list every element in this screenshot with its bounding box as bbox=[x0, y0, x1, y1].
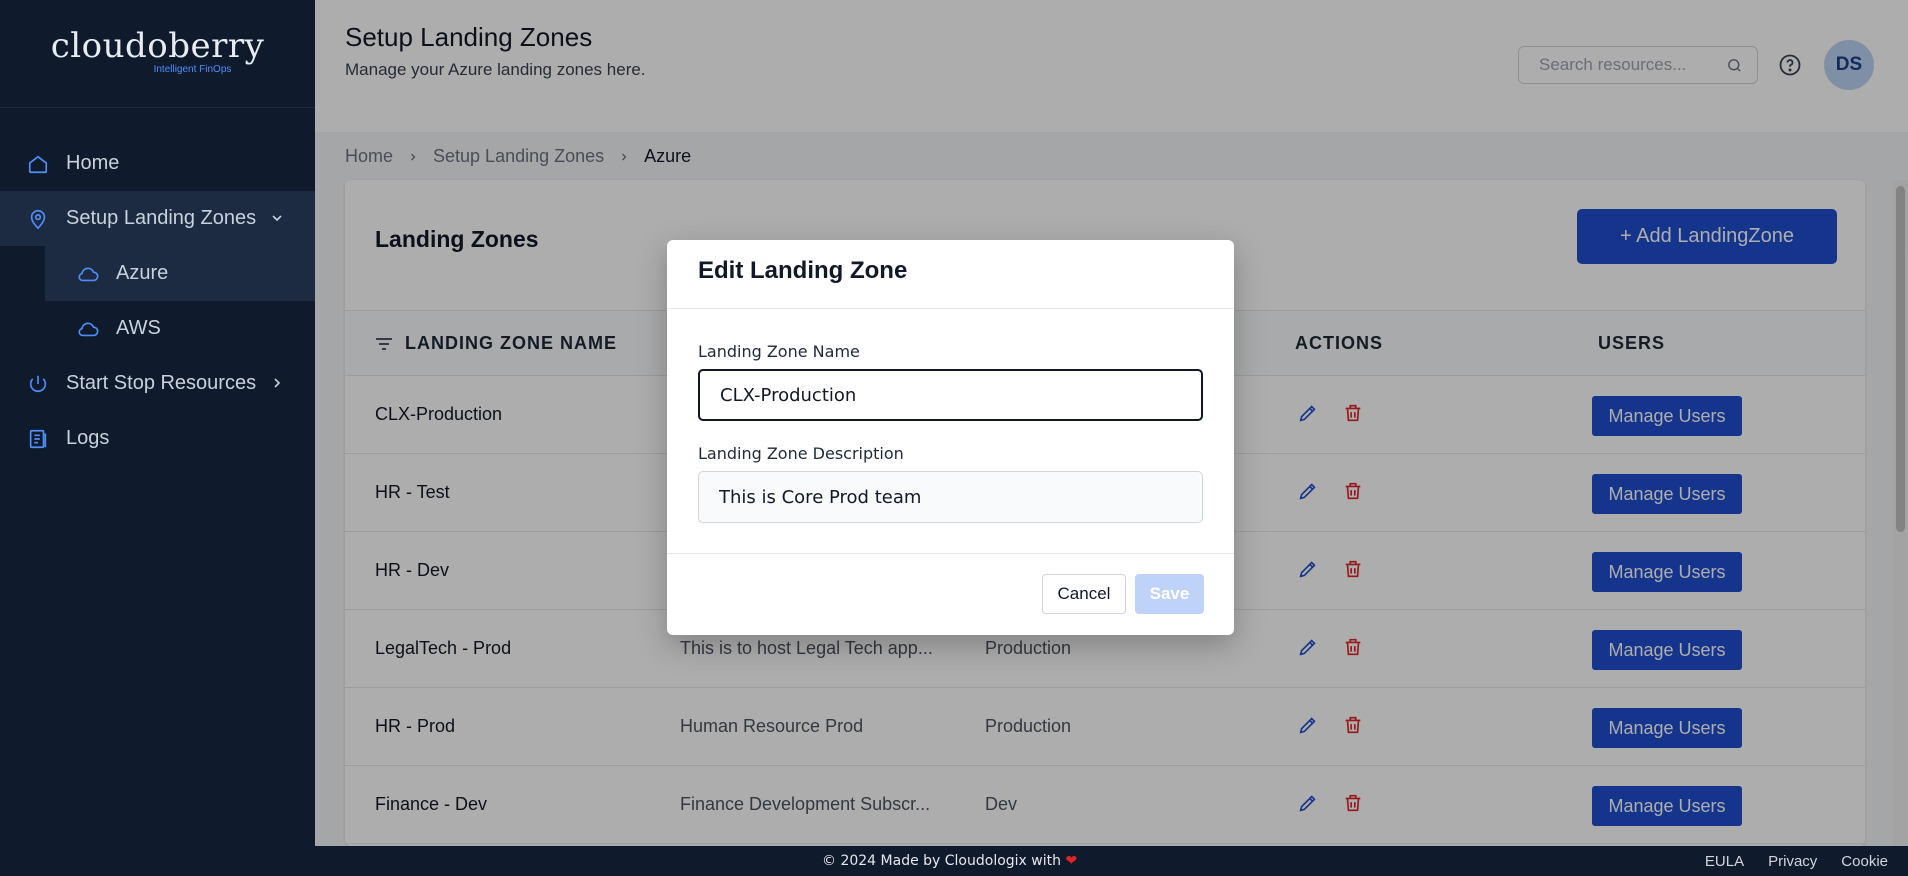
footer-link-privacy[interactable]: Privacy bbox=[1768, 853, 1817, 870]
landing-zone-name-field[interactable] bbox=[698, 369, 1203, 421]
landing-zone-description-label: Landing Zone Description bbox=[698, 444, 904, 463]
landing-zone-name-label: Landing Zone Name bbox=[698, 342, 860, 361]
landing-zone-description-field[interactable] bbox=[698, 471, 1203, 523]
sidebar-item-label: Home bbox=[66, 152, 120, 174]
edit-landing-zone-dialog: Edit Landing Zone Landing Zone Name Land… bbox=[667, 240, 1234, 635]
document-list-icon bbox=[26, 427, 50, 451]
brand-logo[interactable]: cloudoberry Intelligent FinOps bbox=[0, 0, 315, 108]
sidebar-item-aws[interactable]: AWS bbox=[45, 301, 315, 356]
sidebar-nav: Home Setup Landing Zones Azure AWS Start… bbox=[0, 108, 315, 466]
sidebar: cloudoberry Intelligent FinOps Home Setu… bbox=[0, 0, 315, 846]
dialog-header: Edit Landing Zone bbox=[667, 240, 1234, 309]
sidebar-item-setup-landing-zones[interactable]: Setup Landing Zones bbox=[0, 191, 315, 246]
dialog-title: Edit Landing Zone bbox=[698, 257, 908, 284]
sidebar-item-logs[interactable]: Logs bbox=[0, 411, 315, 466]
footer: © 2024 Made by Cloudologix with ❤ EULA P… bbox=[0, 846, 1908, 876]
footer-links: EULA Privacy Cookie bbox=[1705, 853, 1888, 870]
copyright-label: © 2024 Made by Cloudologix with bbox=[822, 853, 1061, 869]
dialog-footer: Cancel Save bbox=[667, 553, 1234, 635]
cancel-button[interactable]: Cancel bbox=[1042, 574, 1126, 614]
brand-name: cloudoberry bbox=[50, 26, 265, 66]
heart-icon: ❤ bbox=[1065, 853, 1078, 869]
location-pin-icon bbox=[26, 207, 50, 231]
sidebar-item-label: Logs bbox=[66, 427, 110, 449]
footer-link-cookie[interactable]: Cookie bbox=[1841, 853, 1888, 870]
sidebar-item-start-stop-resources[interactable]: Start Stop Resources bbox=[0, 356, 315, 411]
power-icon bbox=[26, 372, 50, 396]
sidebar-item-label: Azure bbox=[116, 262, 169, 284]
chevron-down-icon bbox=[269, 209, 285, 232]
home-icon bbox=[26, 152, 50, 176]
save-button[interactable]: Save bbox=[1135, 574, 1204, 614]
chevron-right-icon bbox=[269, 374, 285, 397]
brand-tagline: Intelligent FinOps bbox=[153, 64, 232, 75]
footer-link-eula[interactable]: EULA bbox=[1705, 853, 1744, 870]
sidebar-item-label: Start Stop Resources bbox=[66, 372, 257, 394]
cloud-icon bbox=[76, 317, 100, 341]
sidebar-item-label: AWS bbox=[116, 317, 161, 339]
sidebar-item-label: Setup Landing Zones bbox=[66, 207, 257, 229]
sidebar-item-home[interactable]: Home bbox=[0, 136, 315, 191]
sidebar-item-azure[interactable]: Azure bbox=[45, 246, 315, 301]
copyright-text: © 2024 Made by Cloudologix with ❤ bbox=[822, 853, 1077, 869]
cloud-icon bbox=[76, 262, 100, 286]
